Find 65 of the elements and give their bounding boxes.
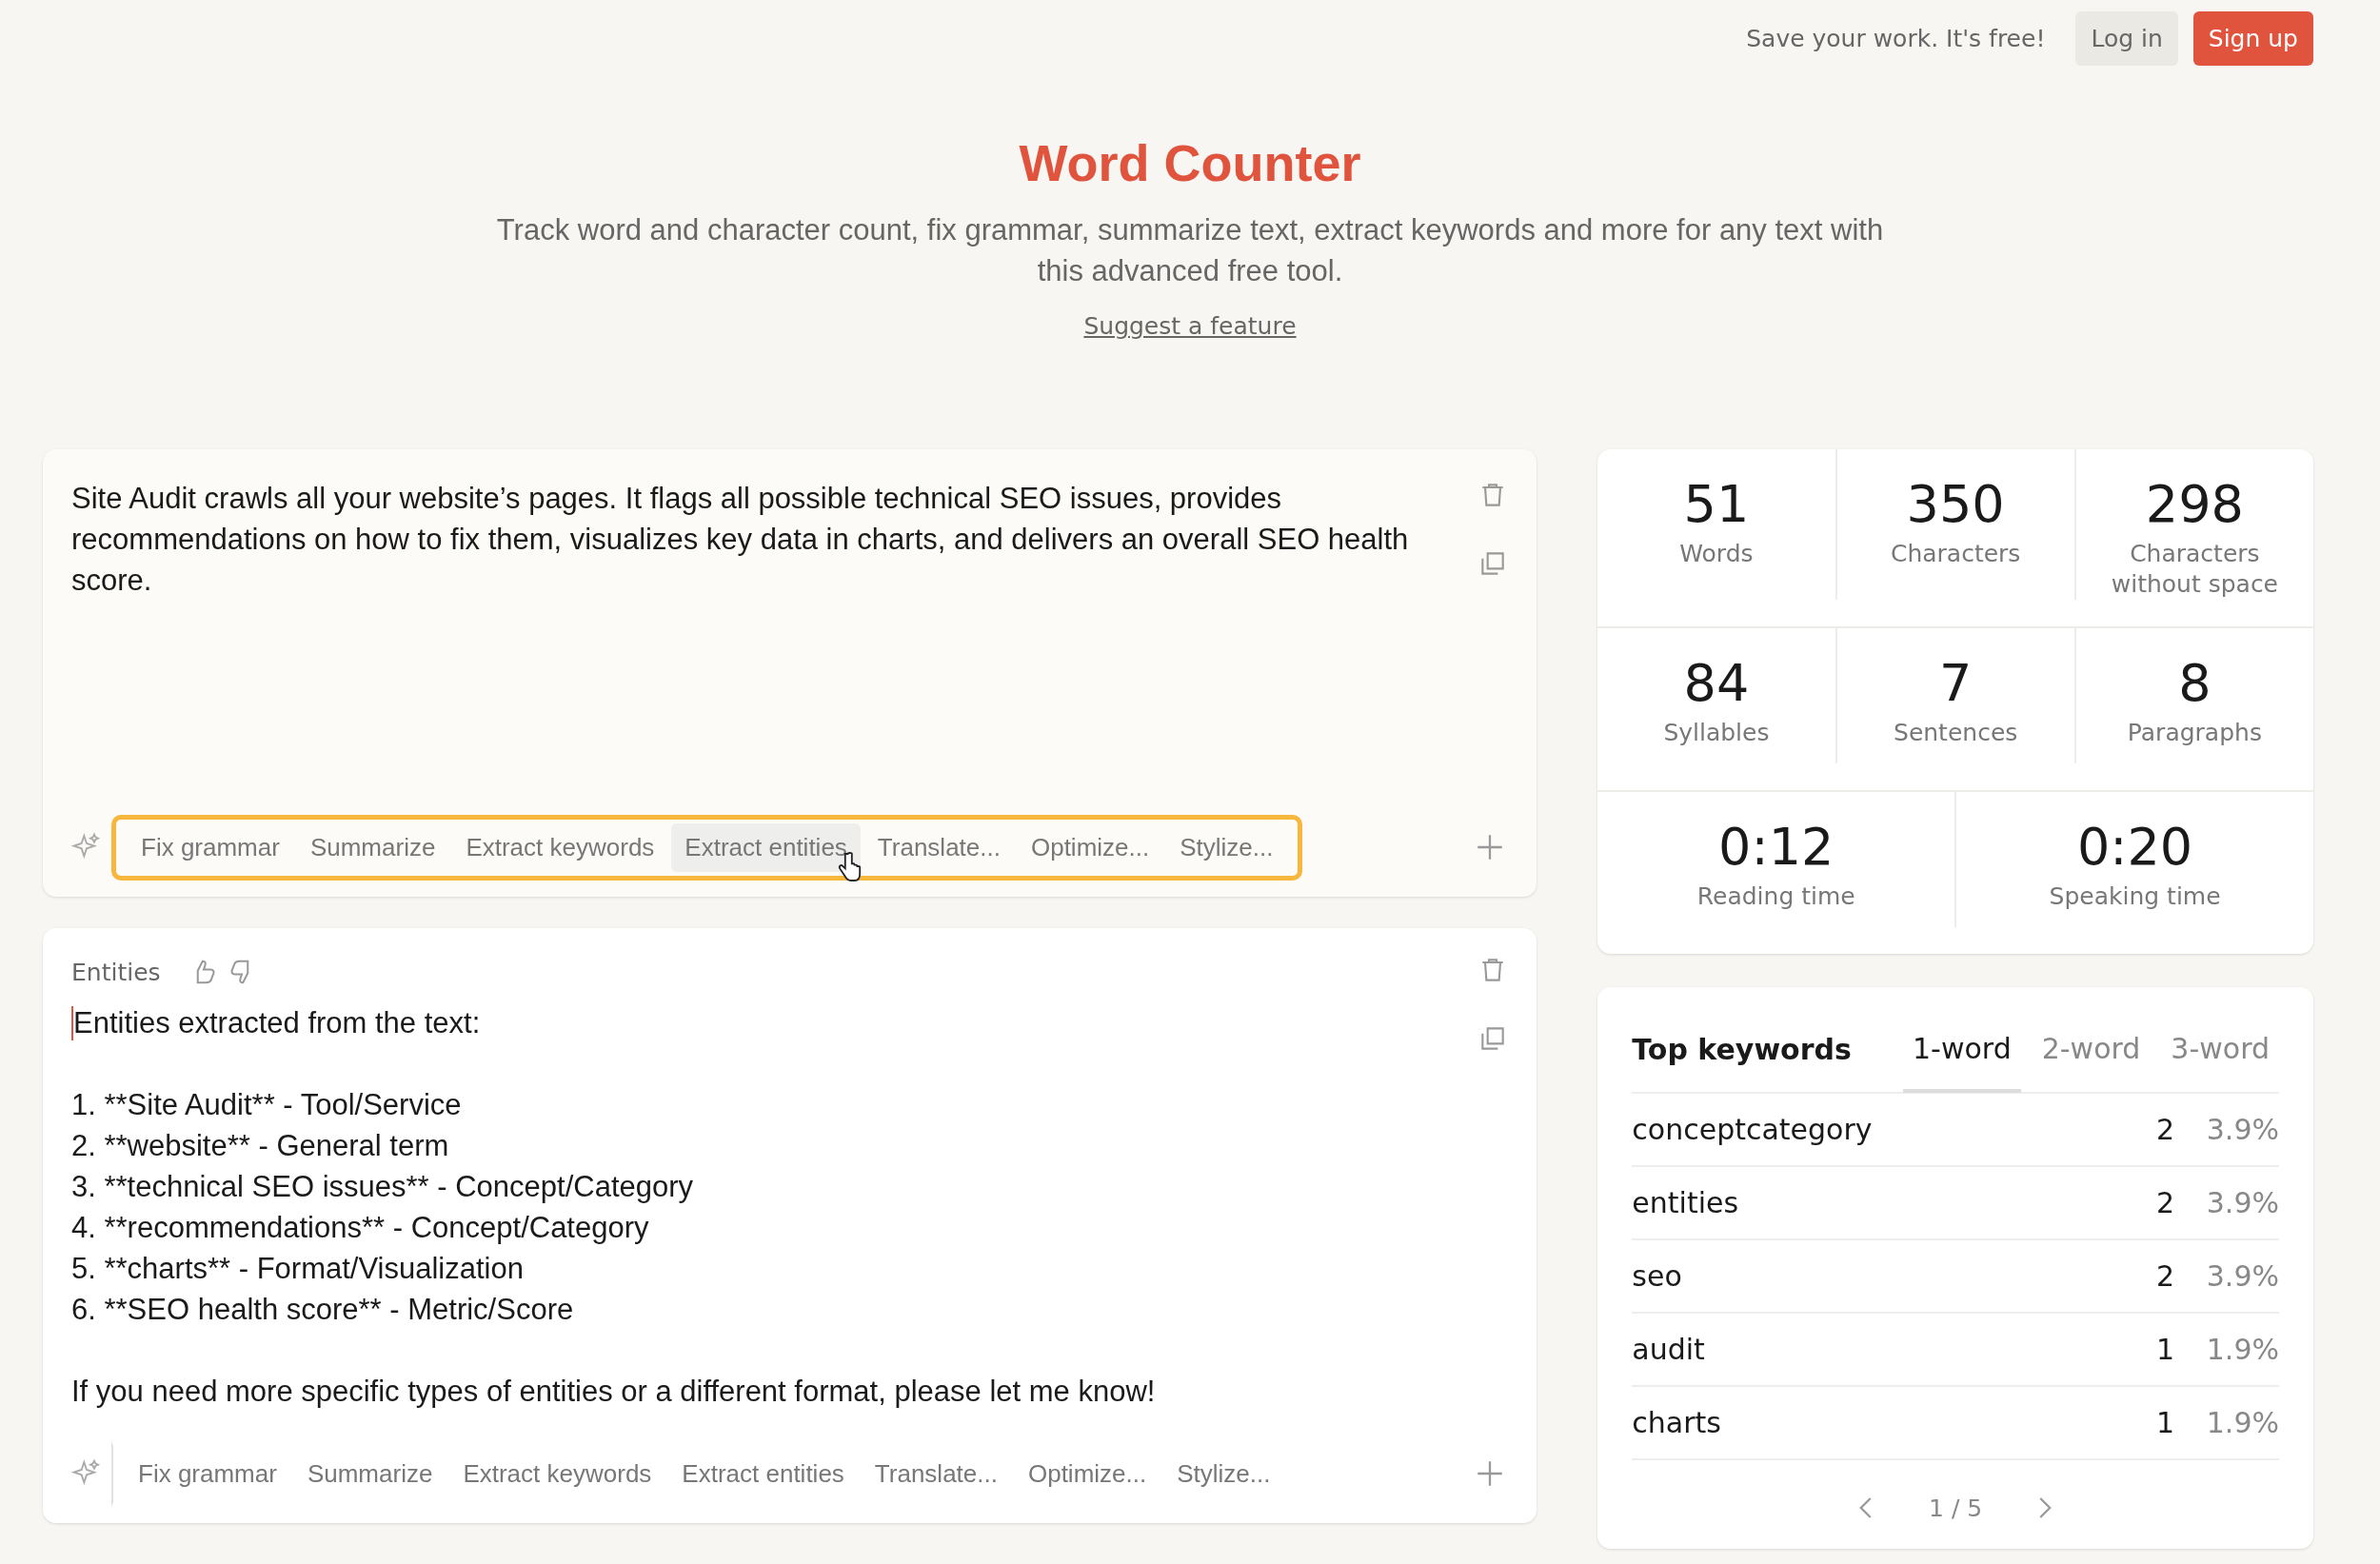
keyword-count: 1 — [2154, 1333, 2174, 1366]
editor-text[interactable]: Site Audit crawls all your website’s pages. It flags all possible technical SEO issues, provides recommendations on how to fix them, visualizes key data in charts, and delivers an overall SEO health score. — [71, 478, 1440, 807]
stat-value: 7 — [1938, 655, 1973, 712]
output-line: If you need more specific types of entities or a different format, please let me know! — [71, 1374, 1157, 1410]
ai-action-button[interactable]: Optimize... — [1014, 1449, 1160, 1498]
save-work-text: Save your work. It's free! — [1746, 24, 2046, 52]
keyword-percent: 1.9% — [2205, 1333, 2279, 1366]
page-title: Word Counter — [1019, 133, 1361, 192]
keyword-text: seo — [1632, 1259, 1683, 1293]
keyword-count: 2 — [2154, 1186, 2174, 1219]
subtitle: Track word and character count, fix grammar, summarize text, extract keywords and more for any text with this advanced free tool. — [495, 212, 1885, 289]
ai-action-button[interactable]: Fix grammar — [128, 822, 293, 872]
keyword-text: audit — [1632, 1333, 1706, 1366]
ai-action-button[interactable]: Extract keywords — [452, 822, 668, 872]
stat-value: 350 — [1906, 476, 2005, 533]
keyword-text: conceptcategory — [1632, 1113, 1874, 1146]
output-list-item: 1. **Site Audit** - Tool/Service — [71, 1087, 463, 1123]
stat-value: 0:20 — [2076, 819, 2193, 876]
output-list-item: 4. **recommendations** - Concept/Category — [71, 1210, 650, 1246]
ai-action-button[interactable]: Optimize... — [1017, 822, 1163, 872]
keyword-text: charts — [1632, 1406, 1722, 1439]
keyword-count: 2 — [2154, 1113, 2174, 1146]
page-indicator: 1 / 5 — [1929, 1494, 1983, 1522]
output-list-item: 5. **charts** - Format/Visualization — [71, 1251, 525, 1287]
keyword-tab[interactable]: 1-word — [1903, 1007, 2021, 1093]
stat-label: Sentences — [1893, 718, 2019, 748]
keyword-text: entities — [1632, 1186, 1740, 1219]
suggest-feature-link[interactable]: Suggest a feature — [1083, 312, 1297, 340]
login-button[interactable]: Log in — [2075, 10, 2178, 66]
output-list-item: 3. **technical SEO issues** - Concept/Category — [71, 1169, 695, 1205]
ai-action-button[interactable]: Summarize — [293, 1449, 446, 1498]
stat-label: Syllables — [1662, 718, 1771, 748]
keyword-count: 2 — [2154, 1259, 2174, 1293]
stat-label: Characters — [1889, 539, 2022, 569]
keyword-percent: 3.9% — [2205, 1259, 2279, 1293]
stat-label: Reading time — [1696, 881, 1856, 912]
ai-action-button[interactable]: Translate... — [863, 822, 1014, 872]
stat-value: 0:12 — [1718, 819, 1835, 876]
ai-action-button[interactable]: Stylize... — [1163, 1449, 1284, 1498]
keyword-tab[interactable]: 2-word — [2032, 1007, 2151, 1093]
stat-value: 84 — [1683, 655, 1750, 712]
keywords-title: Top keywords — [1632, 1032, 1852, 1066]
output-list-item: 6. **SEO health score** - Metric/Score — [71, 1292, 575, 1328]
signup-button[interactable]: Sign up — [2192, 10, 2313, 66]
output-list-item: 2. **website** - General term — [71, 1128, 450, 1164]
output-line: Entities extracted from the text: — [73, 1005, 481, 1041]
ai-action-button[interactable]: Extract keywords — [449, 1449, 665, 1498]
stat-label: Speaking time — [2048, 881, 2222, 912]
keyword-tab[interactable]: 3-word — [2161, 1007, 2279, 1093]
ai-action-button[interactable]: Translate... — [861, 1449, 1011, 1498]
ai-action-button[interactable]: Extract entities — [668, 1449, 858, 1498]
keyword-percent: 1.9% — [2205, 1406, 2279, 1439]
ai-action-button[interactable]: Summarize — [296, 822, 449, 872]
stat-value: 8 — [2178, 655, 2211, 712]
keyword-percent: 3.9% — [2205, 1186, 2279, 1219]
stat-value: 51 — [1683, 476, 1750, 533]
stat-value: 298 — [2145, 476, 2244, 533]
output-label: Entities — [71, 958, 161, 986]
stat-label: Words — [1678, 539, 1755, 569]
stat-label: Paragraphs — [2126, 718, 2263, 748]
ai-action-button[interactable]: Stylize... — [1166, 822, 1287, 872]
ai-action-button[interactable]: Fix grammar — [125, 1449, 290, 1498]
stat-label: Characters without space — [2110, 539, 2279, 600]
keyword-percent: 3.9% — [2205, 1113, 2279, 1146]
keyword-count: 1 — [2154, 1406, 2174, 1439]
